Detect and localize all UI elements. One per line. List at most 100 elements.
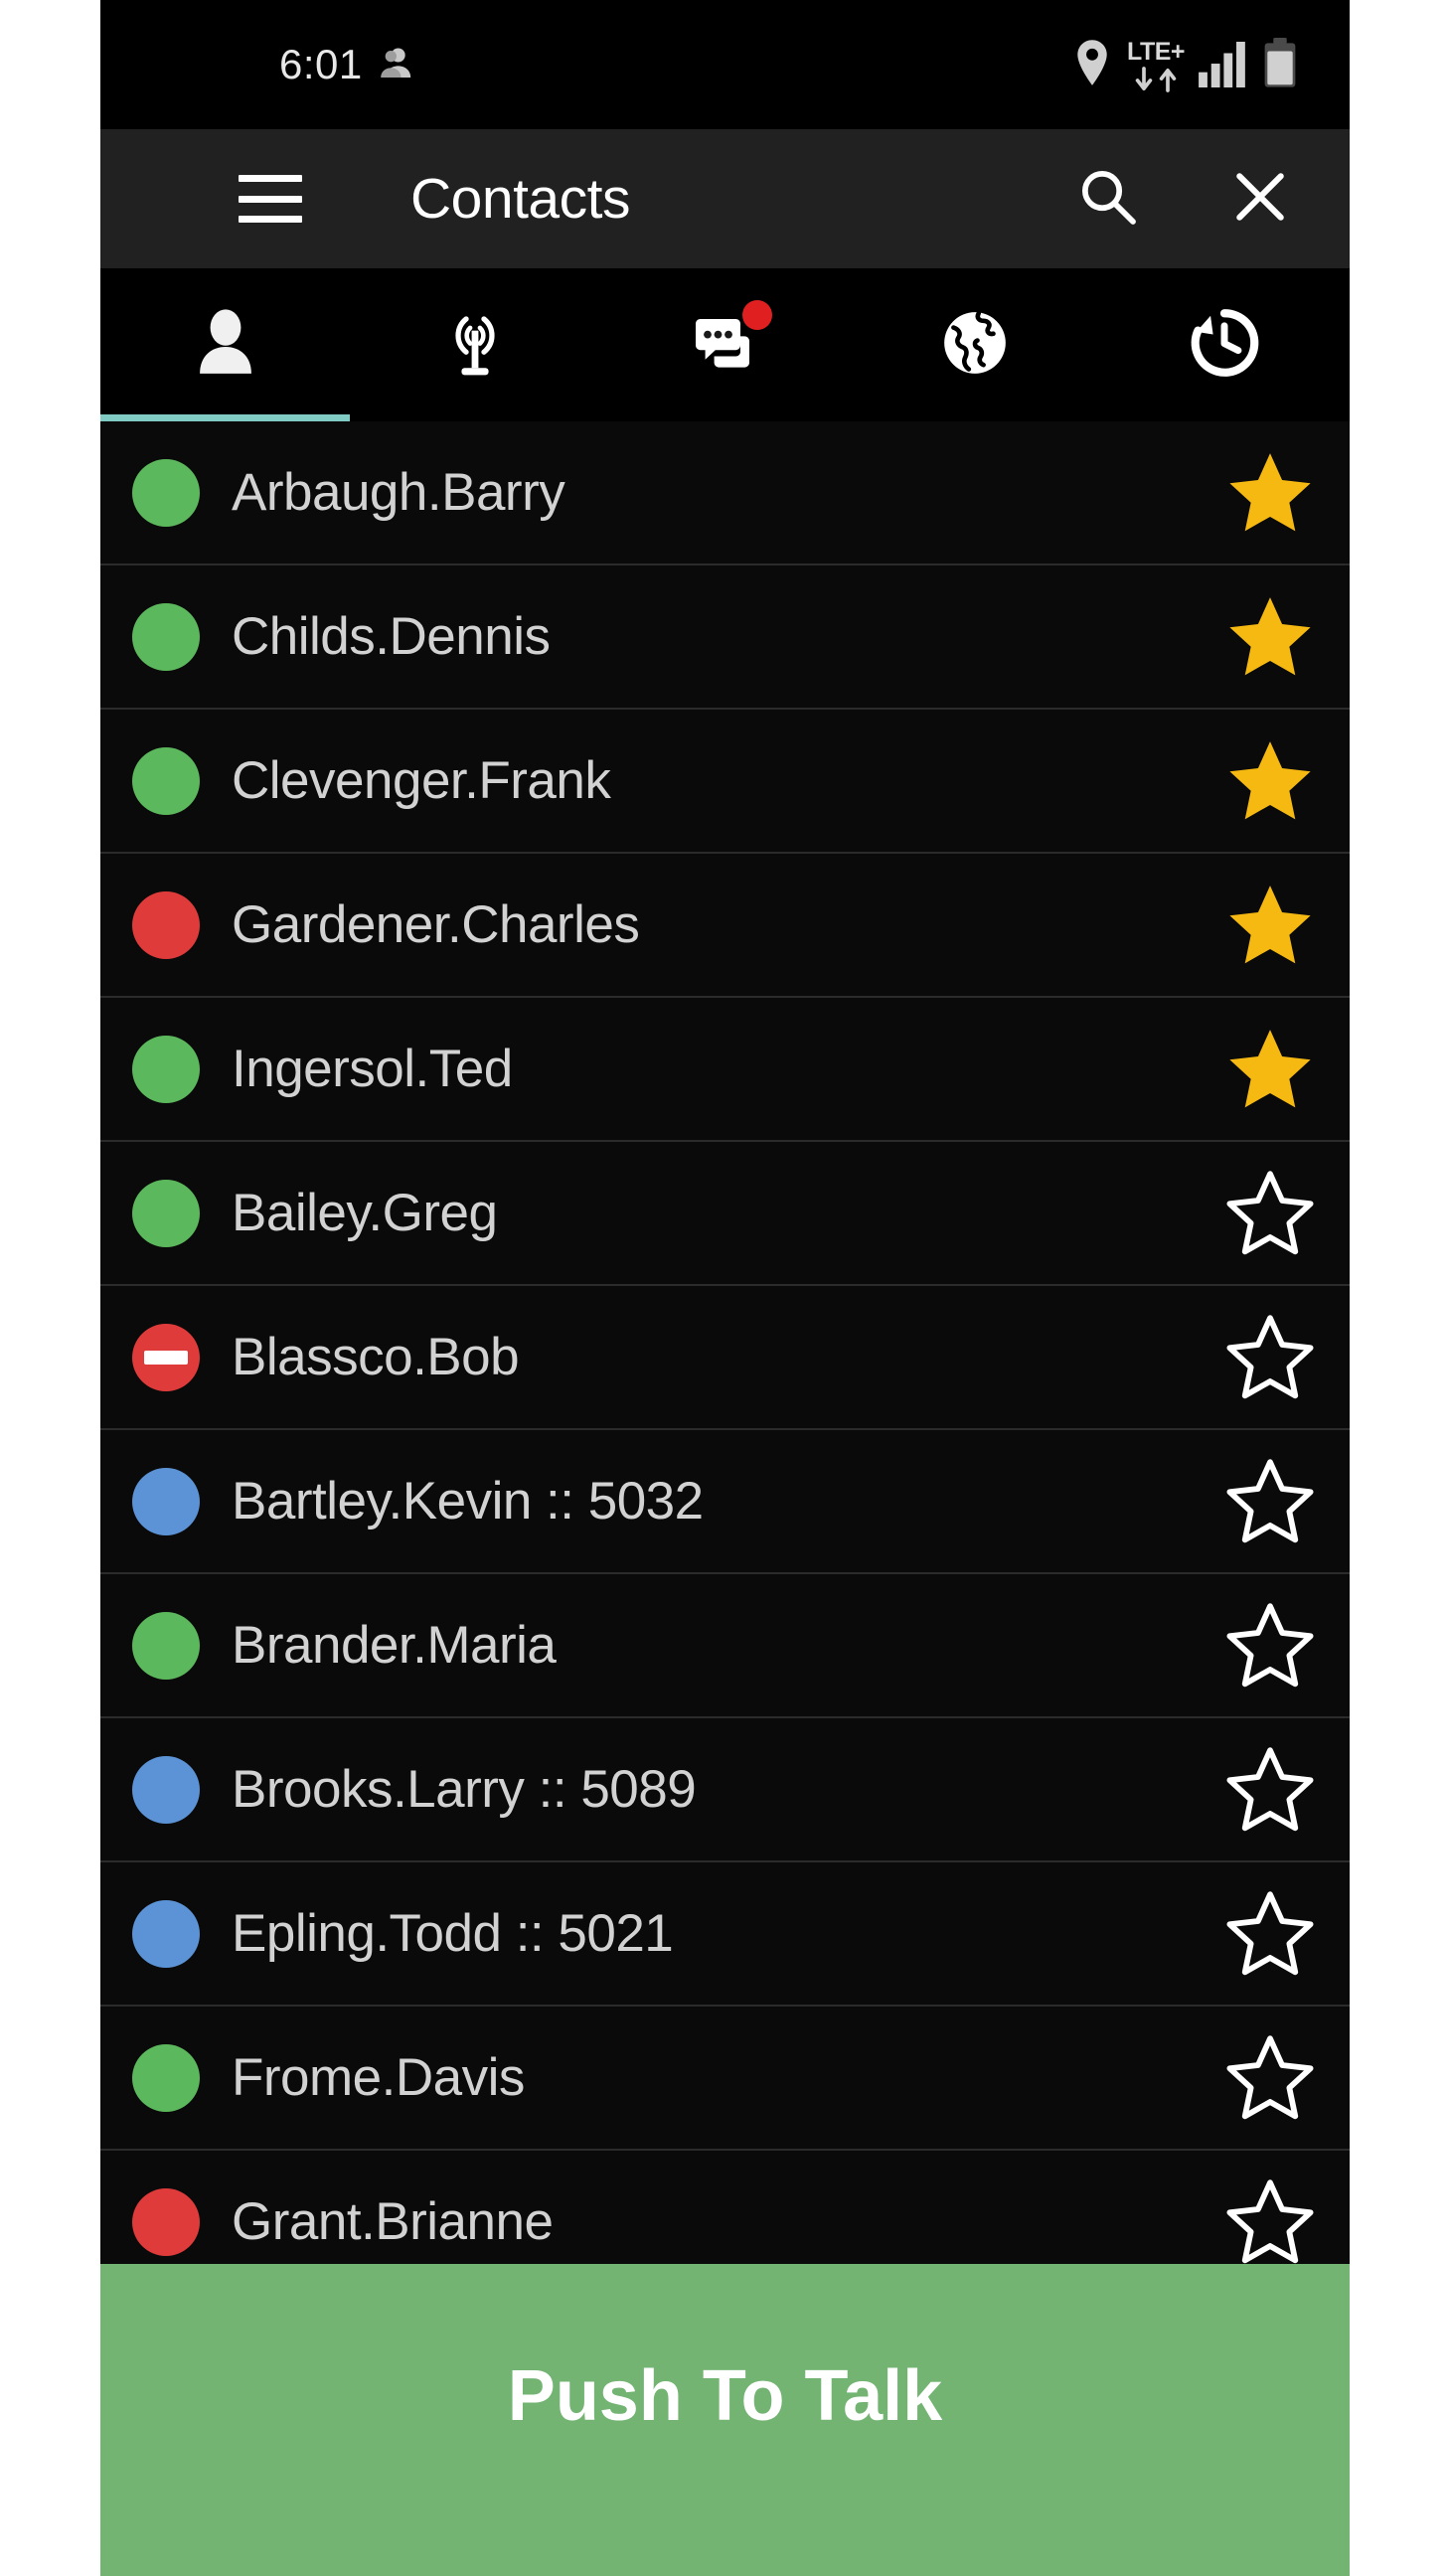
favorite-star-outline-icon[interactable] [1191,1312,1350,1403]
presence-indicator [100,1467,232,1535]
presence-dot-offline [132,1755,200,1824]
person-icon [189,306,262,385]
presence-dot-dnd [132,1323,200,1391]
active-tab-underline [100,414,351,421]
network-type-label: LTE+ [1127,37,1185,66]
tab-messages[interactable] [600,268,850,421]
presence-dot-available [132,2043,200,2112]
presence-indicator [100,602,232,671]
status-bar: 6:01 LTE+ [100,0,1350,129]
presence-dot-available [132,1035,200,1103]
phone-screen: 6:01 LTE+ Contacts Arbaugh.Barry Childs.… [100,0,1350,2576]
status-bar-right: LTE+ [1071,37,1298,92]
presence-dot-available [132,1179,200,1247]
tab-broadcast[interactable] [350,268,599,421]
contact-name: Frome.Davis [232,2048,525,2107]
presence-indicator [100,458,232,527]
tab-contacts[interactable] [100,268,351,421]
contact-name: Gardener.Charles [232,895,640,954]
favorite-star-filled-icon[interactable] [1191,447,1350,539]
contact-name: Arbaugh.Barry [232,463,565,522]
contact-name: Bailey.Greg [232,1184,498,1242]
contact-row[interactable]: Bartley.Kevin :: 5032 [100,1430,1350,1574]
status-bar-clock: 6:01 [279,41,363,87]
network-indicator: LTE+ [1127,37,1185,92]
presence-indicator [100,746,232,815]
favorite-star-outline-icon[interactable] [1191,1600,1350,1691]
contact-name: Childs.Dennis [232,607,551,666]
chat-bubbles-icon [687,299,772,387]
contact-row[interactable]: Brander.Maria [100,1574,1350,1718]
presence-dot-available [132,746,200,815]
tab-map[interactable] [850,268,1099,421]
favorite-star-outline-icon[interactable] [1191,1744,1350,1836]
search-icon[interactable] [1077,166,1139,233]
favorite-star-filled-icon[interactable] [1191,880,1350,971]
toolbar-actions [1077,166,1290,233]
favorite-star-outline-icon[interactable] [1191,1888,1350,1980]
contact-row[interactable]: Frome.Davis [100,2007,1350,2151]
presence-indicator [100,890,232,959]
page-title: Contacts [410,167,630,231]
push-to-talk-label: Push To Talk [507,2356,943,2436]
hamburger-menu-icon[interactable] [239,175,302,223]
presence-indicator [100,2187,232,2256]
contact-row[interactable]: Ingersol.Ted [100,998,1350,1142]
location-pin-icon [1071,38,1113,92]
presence-dot-offline [132,1899,200,1968]
data-transfer-arrows-icon [1133,66,1179,92]
contact-name: Bartley.Kevin :: 5032 [232,1472,704,1530]
presence-dot-available [132,1611,200,1680]
contact-name: Brooks.Larry :: 5089 [232,1760,697,1819]
presence-indicator [100,1035,232,1103]
presence-indicator [100,1611,232,1680]
contact-name: Blassco.Bob [232,1328,520,1386]
hamburger-line [239,175,302,182]
presence-dot-offline [132,1467,200,1535]
app-toolbar: Contacts [100,129,1350,268]
presence-indicator [100,1755,232,1824]
presence-indicator [100,1899,232,1968]
history-clock-icon [1187,305,1262,386]
presence-dot-busy [132,890,200,959]
contact-row[interactable]: Brooks.Larry :: 5089 [100,1718,1350,1862]
contact-list[interactable]: Arbaugh.Barry Childs.Dennis Clevenger.Fran… [100,421,1350,2576]
contact-name: Clevenger.Frank [232,751,611,810]
presence-dot-available [132,602,200,671]
push-to-talk-button[interactable]: Push To Talk [100,2264,1350,2576]
contact-name: Brander.Maria [232,1616,557,1675]
contact-row[interactable]: Clevenger.Frank [100,710,1350,854]
contact-row[interactable]: Blassco.Bob [100,1286,1350,1430]
presence-indicator [100,1323,232,1391]
presence-indicator [100,1179,232,1247]
contact-name: Grant.Brianne [232,2192,554,2251]
contact-name: Ingersol.Ted [232,1040,513,1098]
antenna-broadcast-icon [438,306,512,385]
contact-row[interactable]: Childs.Dennis [100,565,1350,710]
status-bar-left: 6:01 [279,41,416,88]
contact-name: Epling.Todd :: 5021 [232,1904,674,1963]
unread-badge [741,299,772,330]
favorite-star-filled-icon[interactable] [1191,591,1350,683]
tab-bar [100,268,1350,421]
favorite-star-outline-icon[interactable] [1191,2176,1350,2268]
presence-dot-available [132,458,200,527]
signal-bars-icon [1199,41,1248,92]
presence-dot-busy [132,2187,200,2256]
person-icon [377,43,416,87]
close-icon[interactable] [1230,167,1290,232]
contact-row[interactable]: Epling.Todd :: 5021 [100,1862,1350,2007]
hamburger-line [239,195,302,203]
contact-row[interactable]: Gardener.Charles [100,854,1350,998]
favorite-star-outline-icon[interactable] [1191,1168,1350,1259]
favorite-star-outline-icon[interactable] [1191,1456,1350,1547]
tab-history[interactable] [1100,268,1350,421]
hamburger-line [239,216,302,223]
favorite-star-filled-icon[interactable] [1191,735,1350,827]
favorite-star-outline-icon[interactable] [1191,2032,1350,2124]
contact-row[interactable]: Arbaugh.Barry [100,421,1350,565]
contact-row[interactable]: Bailey.Greg [100,1142,1350,1286]
globe-icon [938,306,1012,385]
favorite-star-filled-icon[interactable] [1191,1024,1350,1115]
do-not-disturb-icon [144,1350,188,1365]
